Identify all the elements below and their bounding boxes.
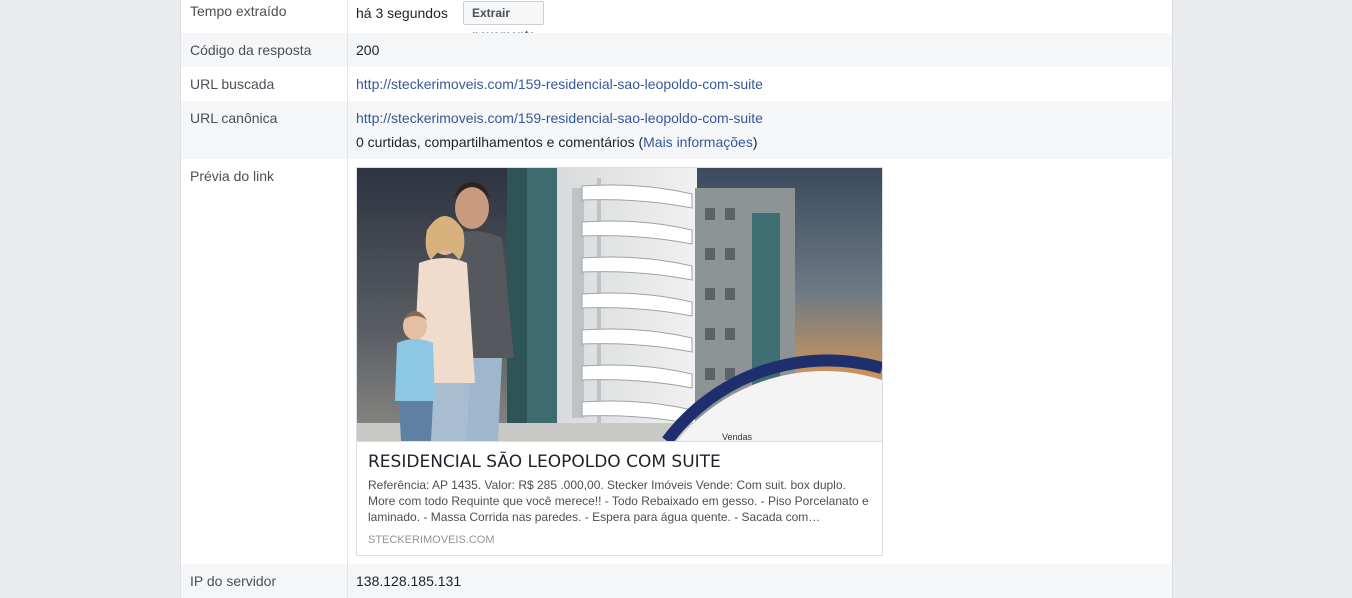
- column-divider: [347, 67, 348, 101]
- row-label: URL buscada: [190, 76, 275, 92]
- response-code-value: 200: [356, 42, 380, 58]
- link-preview-card[interactable]: Vendas RESIDENCIAL SÃO LEOPOLDO COM SUIT…: [356, 167, 883, 556]
- column-divider: [347, 101, 348, 159]
- more-info-link[interactable]: Mais informações: [643, 134, 753, 150]
- row-fetched-url: URL buscada http://steckerimoveis.com/15…: [181, 67, 1172, 101]
- row-canonical-url: URL canônica http://steckerimoveis.com/1…: [181, 101, 1172, 159]
- fetched-url-link[interactable]: http://steckerimoveis.com/159-residencia…: [356, 76, 763, 92]
- preview-image[interactable]: Vendas: [357, 168, 882, 442]
- canonical-url-link[interactable]: http://steckerimoveis.com/159-residencia…: [356, 110, 763, 126]
- time-extracted-value: há 3 segundos: [356, 5, 448, 21]
- column-divider: [347, 0, 348, 33]
- engagement-stats-text: 0 curtidas, compartilhamentos e comentár…: [356, 134, 644, 150]
- row-time-extracted: Tempo extraído há 3 segundos Extrair nov…: [181, 0, 1172, 42]
- row-label: Código da resposta: [190, 42, 312, 58]
- row-response-code: Código da resposta 200: [181, 33, 1172, 67]
- row-server-ip: IP do servidor 138.128.185.131: [181, 564, 1172, 598]
- preview-title[interactable]: RESIDENCIAL SÃO LEOPOLDO COM SUITE: [368, 452, 873, 472]
- row-label: IP do servidor: [190, 573, 277, 589]
- row-label: Prévia do link: [190, 168, 275, 184]
- row-link-preview: Prévia do link Vendas RESIDENCIAL SÃO LE…: [181, 159, 1172, 564]
- engagement-stats: 0 curtidas, compartilhamentos e comentár…: [356, 134, 758, 150]
- server-ip-value: 138.128.185.131: [356, 573, 462, 589]
- column-divider: [347, 564, 348, 598]
- row-label: URL canônica: [190, 110, 278, 126]
- engagement-stats-suffix: ): [752, 134, 758, 150]
- column-divider: [347, 159, 348, 564]
- extract-again-button[interactable]: Extrair novamente: [463, 1, 545, 42]
- preview-domain: STECKERIMOVEIS.COM: [368, 534, 495, 546]
- preview-image-caption: Vendas: [722, 432, 753, 441]
- preview-description: Referência: AP 1435. Valor: R$ 285 .000,…: [368, 478, 869, 524]
- debugger-panel: Tempo extraído há 3 segundos Extrair nov…: [180, 0, 1173, 598]
- row-label: Tempo extraído: [190, 3, 287, 19]
- column-divider: [347, 33, 348, 67]
